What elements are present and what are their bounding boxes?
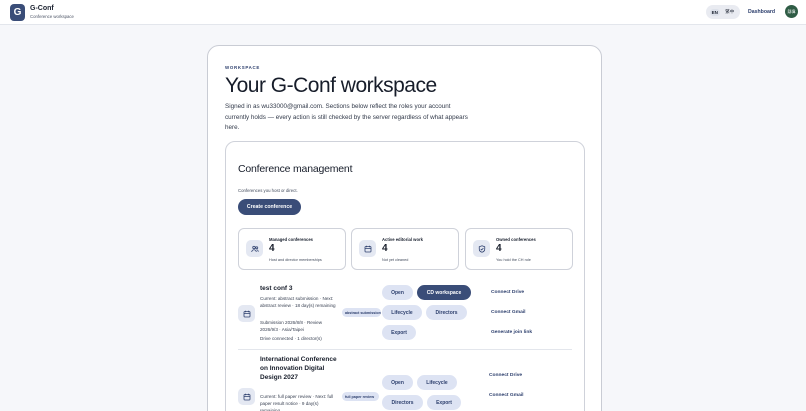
stat-note: You hold the CH role	[496, 258, 531, 262]
conference-status: Drive connected · 1 director(s)	[260, 336, 322, 341]
page-title: Your G-Conf workspace	[225, 74, 437, 97]
stat-active-editorial-work: Active editorial work 4 Not yet cleaned	[351, 228, 459, 270]
create-conference-button[interactable]: Create conference	[238, 199, 301, 215]
app-name: G-Conf	[30, 5, 54, 12]
workspace-eyebrow: WORKSPACE	[225, 65, 261, 70]
directors-button[interactable]: Directors	[426, 305, 467, 320]
stat-value: 4	[269, 243, 275, 254]
generate-join-link[interactable]: Generate join link	[491, 330, 532, 335]
workspace-intro: Signed in as wu33000@gmail.com. Sections…	[225, 103, 468, 131]
users-icon	[246, 240, 263, 257]
export-button[interactable]: Export	[382, 325, 416, 340]
row-divider	[238, 349, 572, 350]
export-button[interactable]: Export	[427, 395, 461, 410]
dashboard-link[interactable]: Dashboard	[748, 9, 775, 15]
stat-owned-conferences: Owned conferences 4 You hold the CH role	[465, 228, 573, 270]
app-subtitle: Conference workspace	[30, 14, 74, 19]
calendar-icon	[238, 305, 255, 322]
stat-label: Active editorial work	[382, 237, 423, 242]
top-bar: G G-Conf Conference workspace EN 繁中 Dash…	[0, 0, 806, 25]
avatar[interactable]: 鄔偉	[785, 5, 798, 18]
connect-gmail-link[interactable]: Connect Gmail	[491, 310, 526, 315]
conference-name[interactable]: International Conference on Innovation D…	[260, 355, 342, 382]
calendar-icon	[238, 388, 255, 405]
stat-value: 4	[496, 243, 502, 254]
cd-workspace-button[interactable]: CD workspace	[417, 285, 471, 300]
lifecycle-button[interactable]: Lifecycle	[382, 305, 422, 320]
stat-label: Owned conferences	[496, 237, 536, 242]
app-logo[interactable]: G	[10, 4, 25, 21]
stat-managed-conferences: Managed conferences 4 Host and director …	[238, 228, 346, 270]
calendar-icon	[359, 240, 376, 257]
language-switch: EN 繁中	[706, 5, 740, 19]
open-button[interactable]: Open	[382, 285, 413, 300]
section-title: Conference management	[238, 163, 353, 175]
open-button[interactable]: Open	[382, 375, 413, 390]
shield-icon	[473, 240, 490, 257]
connect-drive-link[interactable]: Connect Drive	[491, 290, 524, 295]
section-subtitle: Conferences you host or direct.	[238, 188, 298, 193]
connect-drive-link[interactable]: Connect Drive	[489, 373, 522, 378]
workspace-card: WORKSPACE Your G-Conf workspace Signed i…	[207, 45, 602, 411]
conference-management-section: Conference management Conferences you ho…	[225, 141, 585, 411]
conference-phase-info: Current: abstract submission · Next: abs…	[260, 296, 336, 308]
stat-label: Managed conferences	[269, 237, 313, 242]
lang-en-button[interactable]: EN	[709, 8, 720, 16]
directors-button[interactable]: Directors	[382, 395, 423, 410]
conference-name[interactable]: test conf 3	[260, 284, 340, 293]
phase-badge: abstract submission	[342, 308, 381, 317]
stat-note: Not yet cleaned	[382, 258, 409, 262]
conference-schedule: Submission 2026/8/8 · Review 2026/9/3 · …	[260, 320, 323, 332]
stat-note: Host and director memberships	[269, 258, 322, 262]
stat-value: 4	[382, 243, 388, 254]
lang-zh-button[interactable]: 繁中	[723, 8, 736, 16]
phase-badge: full paper review	[342, 392, 379, 401]
connect-gmail-link[interactable]: Connect Gmail	[489, 393, 524, 398]
conference-phase-info: Current: full paper review · Next: full …	[260, 394, 334, 411]
lifecycle-button[interactable]: Lifecycle	[417, 375, 457, 390]
